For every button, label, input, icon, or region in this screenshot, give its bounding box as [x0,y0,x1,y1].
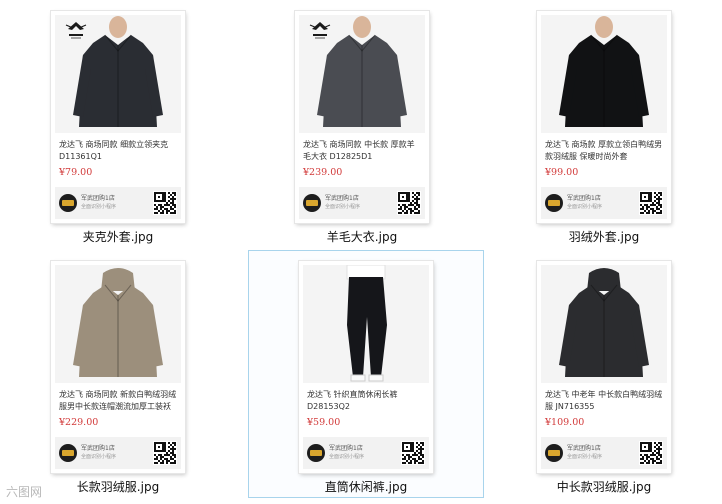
product-card-thumbnail: 龙达飞 商场款 厚款立领白鸭绒男款羽绒服 保暖时尚外套 ¥99.00 军武团购1… [537,11,671,223]
product-photo [303,265,429,383]
watermark-text: 六图网 [6,485,43,499]
product-card-thumbnail: 龙达飞 针织直筒休闲长裤 D28153Q2 ¥59.00 军武团购1店 全面识别… [299,261,433,473]
qr-code-icon [153,191,177,215]
shop-footer: 军武团购1店 全面识别小程序 [541,437,667,469]
shop-name: 军武团购1店 [81,195,115,202]
shop-footer: 军武团购1店 全面识别小程序 [299,187,425,219]
shop-name: 军武团购1店 [81,445,115,452]
qr-code-icon [401,441,425,465]
file-tile[interactable]: 龙达飞 中老年 中长款白鸭绒羽绒服 JN716355 ¥109.00 军武团购1… [486,250,722,498]
shop-name: 军武团购1店 [329,445,363,452]
shop-avatar-icon [59,444,77,462]
product-description: 龙达飞 针织直筒休闲长裤 D28153Q2 [307,390,398,411]
shop-avatar-icon [545,194,563,212]
shop-footer: 军武团购1店 全面识别小程序 [541,187,667,219]
qr-code-icon [153,441,177,465]
product-description: 龙达飞 商场同款 新款白鸭绒羽绒服男中长款连帽潮流加厚工装袄 [59,390,177,411]
file-tile[interactable]: 龙达飞 商场同款 新款白鸭绒羽绒服男中长款连帽潮流加厚工装袄 ¥229.00 军… [0,250,236,498]
product-price: ¥109.00 [545,417,585,428]
product-description: 龙达飞 中老年 中长款白鸭绒羽绒服 JN716355 [545,390,663,411]
file-name-label[interactable]: 直筒休闲裤.jpg [249,478,483,495]
qr-code-icon [397,191,421,215]
file-tile[interactable]: 龙达飞 针织直筒休闲长裤 D28153Q2 ¥59.00 军武团购1店 全面识别… [248,250,484,498]
product-photo [55,265,181,383]
shop-subtitle: 全面识别小程序 [81,454,117,460]
product-card-thumbnail: 龙达飞 商场同款 细款立领夹克 D11361Q1 ¥79.00 军武团购1店 全… [51,11,185,223]
product-photo [55,15,181,133]
shop-name: 军武团购1店 [325,195,359,202]
product-description: 龙达飞 商场同款 细款立领夹克 D11361Q1 [59,140,169,161]
shop-footer: 军武团购1店 全面识别小程序 [303,437,429,469]
brand-logo-icon [307,19,333,41]
shop-name: 军武团购1店 [567,195,601,202]
file-tile[interactable]: 龙达飞 商场同款 中长款 厚款羊毛大衣 D12825D1 ¥239.00 军武团… [244,0,480,248]
product-card-thumbnail: 龙达飞 中老年 中长款白鸭绒羽绒服 JN716355 ¥109.00 军武团购1… [537,261,671,473]
product-photo [541,265,667,383]
shop-avatar-icon [303,194,321,212]
shop-subtitle: 全面识别小程序 [81,204,117,210]
product-price: ¥229.00 [59,417,99,428]
qr-code-icon [639,191,663,215]
product-description: 龙达飞 商场款 厚款立领白鸭绒男款羽绒服 保暖时尚外套 [545,140,663,161]
product-description: 龙达飞 商场同款 中长款 厚款羊毛大衣 D12825D1 [303,140,415,161]
shop-avatar-icon [59,194,77,212]
brand-logo-icon [63,19,89,41]
file-tile[interactable]: 龙达飞 商场款 厚款立领白鸭绒男款羽绒服 保暖时尚外套 ¥99.00 军武团购1… [486,0,722,248]
product-photo [299,15,425,133]
file-name-label[interactable]: 羊毛大衣.jpg [245,228,479,245]
shop-name: 军武团购1店 [567,445,601,452]
file-name-label[interactable]: 羽绒外套.jpg [487,228,721,245]
file-tile[interactable]: 龙达飞 商场同款 细款立领夹克 D11361Q1 ¥79.00 军武团购1店 全… [0,0,236,248]
shop-subtitle: 全面识别小程序 [567,454,603,460]
product-price: ¥99.00 [545,167,579,178]
shop-footer: 军武团购1店 全面识别小程序 [55,187,181,219]
shop-avatar-icon [545,444,563,462]
shop-subtitle: 全面识别小程序 [567,204,603,210]
qr-code-icon [639,441,663,465]
product-card-thumbnail: 龙达飞 商场同款 中长款 厚款羊毛大衣 D12825D1 ¥239.00 军武团… [295,11,429,223]
shop-subtitle: 全面识别小程序 [325,204,361,210]
product-card-thumbnail: 龙达飞 商场同款 新款白鸭绒羽绒服男中长款连帽潮流加厚工装袄 ¥229.00 军… [51,261,185,473]
product-price: ¥79.00 [59,167,93,178]
shop-footer: 军武团购1店 全面识别小程序 [55,437,181,469]
shop-avatar-icon [307,444,325,462]
file-name-label[interactable]: 夹克外套.jpg [1,228,235,245]
product-photo [541,15,667,133]
product-price: ¥59.00 [307,417,341,428]
file-name-label[interactable]: 中长款羽绒服.jpg [487,478,721,495]
shop-subtitle: 全面识别小程序 [329,454,365,460]
product-price: ¥239.00 [303,167,343,178]
